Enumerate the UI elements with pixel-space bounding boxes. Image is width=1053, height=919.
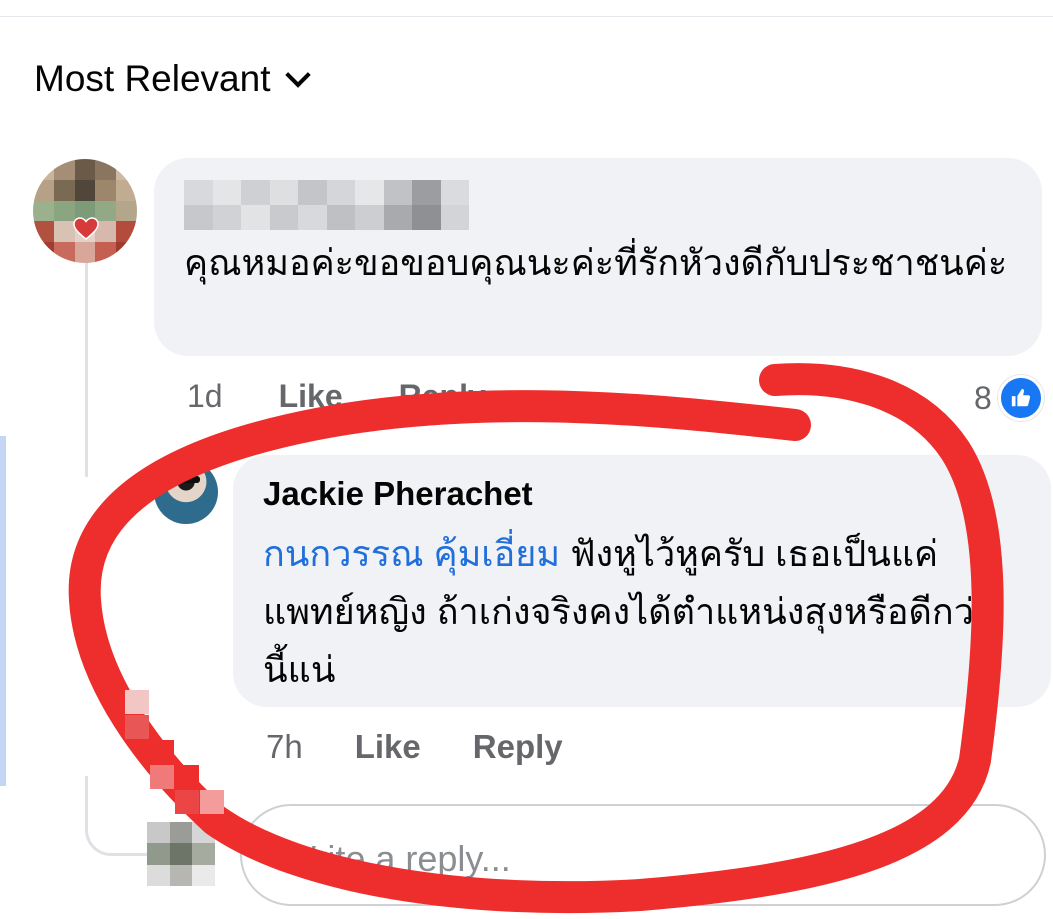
- chevron-down-icon: [284, 62, 311, 88]
- mention-link[interactable]: กนกวรรณ คุ้มเอี่ยม: [263, 533, 560, 574]
- reply-bubble: Jackie Pherachet กนกวรรณ คุ้มเอี่ยม ฟังห…: [233, 455, 1051, 707]
- reaction-summary[interactable]: 8: [974, 375, 1044, 421]
- like-button[interactable]: Like: [279, 378, 343, 415]
- reaction-count: 8: [974, 379, 992, 416]
- avatar: [147, 822, 215, 886]
- comment-text: คุณหมอค่ะขอขอบคุณนะค่ะที่รักหัวงดีกับประ…: [184, 242, 1008, 283]
- redacted-author-name: [184, 180, 469, 230]
- reply-author-name[interactable]: Jackie Pherachet: [263, 475, 533, 513]
- pixelated-avatar-image: [33, 159, 137, 263]
- thumbs-up-icon: [1011, 388, 1030, 407]
- comment-bubble: คุณหมอค่ะขอขอบคุณนะค่ะที่รักหัวงดีกับประ…: [154, 158, 1042, 356]
- reply-button[interactable]: Reply: [473, 728, 563, 766]
- reply-timestamp[interactable]: 7h: [266, 728, 303, 766]
- top-divider: [0, 16, 1053, 17]
- sort-dropdown[interactable]: Most Relevant: [34, 58, 311, 100]
- avatar[interactable]: [33, 159, 137, 263]
- thread-connector: [85, 776, 155, 856]
- pixelated-avatar-image: [147, 822, 215, 886]
- reply-input[interactable]: Write a reply...: [240, 804, 1046, 906]
- comment-actions: 1d Like Reply: [187, 378, 486, 415]
- comment-timestamp[interactable]: 1d: [187, 378, 223, 415]
- like-reaction-icon: [997, 375, 1044, 421]
- heart-icon: [73, 217, 99, 240]
- thread-line: [85, 262, 88, 477]
- sort-label: Most Relevant: [34, 58, 271, 99]
- like-button[interactable]: Like: [355, 728, 421, 766]
- side-scroll-indicator: [0, 436, 6, 786]
- reply-input-placeholder: Write a reply...: [282, 838, 511, 879]
- avatar[interactable]: [154, 460, 218, 524]
- reply-button[interactable]: Reply: [399, 378, 486, 415]
- reply-actions: 7h Like Reply: [266, 728, 563, 766]
- reply-text: กนกวรรณ คุ้มเอี่ยม ฟังหูไว้หูครับ เธอเป็…: [263, 525, 1008, 699]
